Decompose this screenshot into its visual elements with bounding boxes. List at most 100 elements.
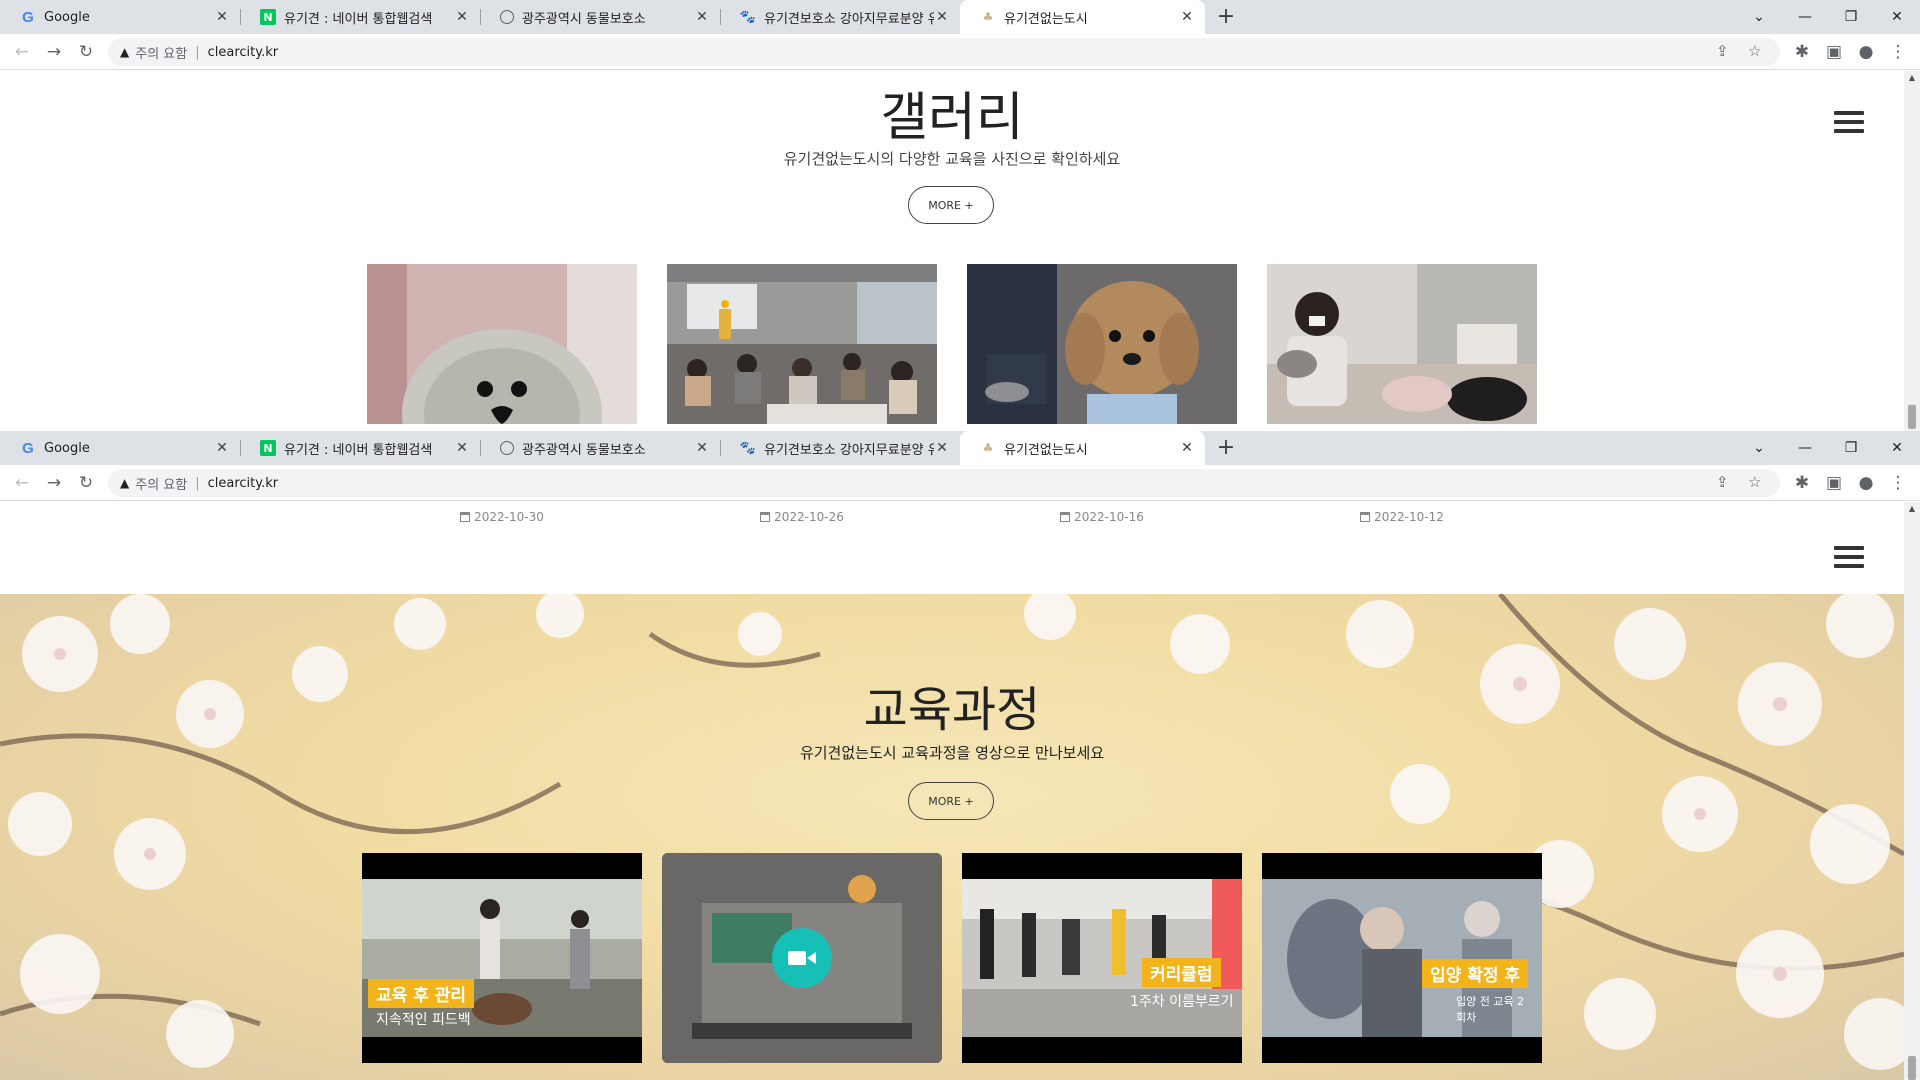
reload-icon[interactable]: ↻ [72,38,100,66]
tab-google[interactable]: G Google ✕ [0,431,241,465]
profile-icon[interactable]: ● [1852,38,1880,66]
scroll-up-icon[interactable]: ▲ [1904,73,1920,82]
bookmark-star-icon[interactable]: ☆ [1748,42,1761,60]
close-icon[interactable]: ✕ [694,439,710,457]
calendar-icon [1060,512,1071,522]
tab-label: 광주광역시 동물보호소 [522,11,646,27]
address-bar[interactable]: ▲ 주의 요함 | clearcity.kr ⇪ ☆ [108,469,1780,497]
forward-icon[interactable]: → [40,469,68,497]
education-more-button[interactable]: MORE + [908,782,994,820]
calendar-icon [760,512,771,522]
share-icon[interactable]: ⇪ [1716,42,1729,60]
education-section [0,594,1904,1080]
video-card-3[interactable]: 커리큘럼 1주차 이름부르기 [962,853,1242,1063]
video-caption: 교육 후 관리 [368,979,475,1008]
warning-icon[interactable]: ▲ [120,476,129,490]
tab-naver[interactable]: N 유기견 : 네이버 통합웹검색 ✕ [240,0,481,34]
close-icon[interactable]: ✕ [214,8,230,26]
site-icon: ♣ [982,10,994,24]
video-caption: 커리큘럼 [1142,958,1221,987]
url-text[interactable]: clearcity.kr [208,45,278,60]
side-panel-icon[interactable]: ▣ [1820,469,1848,497]
url-text[interactable]: clearcity.kr [208,476,278,491]
tab-label: 유기견보호소 강아지무료분양 유 [764,11,934,27]
close-icon[interactable]: ✕ [934,439,950,457]
video-card-1[interactable]: 교육 후 관리 지속적인 피드백 [362,853,642,1063]
tab-clearcity[interactable]: ♣ 유기견없는도시 ✕ [960,0,1205,34]
forward-icon[interactable]: → [40,38,68,66]
close-icon[interactable]: ✕ [454,439,470,457]
close-icon[interactable]: ✕ [1179,8,1195,26]
scroll-up-icon[interactable]: ▲ [1904,504,1920,513]
tab-clearcity[interactable]: ♣ 유기견없는도시 ✕ [960,431,1205,465]
page-scrollbar[interactable]: ▲ [1904,502,1920,1080]
tab-search-icon[interactable]: ⌄ [1736,431,1782,465]
side-panel-icon[interactable]: ▣ [1820,38,1848,66]
globe-icon: . [500,10,514,24]
browser-window-top: G Google ✕ N 유기견 : 네이버 통합웹검색 ✕ . 광주광역시 동… [0,0,1920,431]
tab-gwangju[interactable]: . 광주광역시 동물보호소 ✕ [480,431,721,465]
site-icon: ♣ [982,441,994,455]
browser-toolbar: ← → ↻ ▲ 주의 요함 | clearcity.kr ⇪ ☆ ✱ ▣ ● ⋮ [0,465,1920,501]
minimize-icon[interactable]: — [1782,0,1828,34]
browser-toolbar: ← → ↻ ▲ 주의 요함 | clearcity.kr ⇪ ☆ ✱ ▣ ● ⋮ [0,34,1920,70]
tab-label: Google [44,9,90,25]
restore-icon[interactable]: ❐ [1828,0,1874,34]
gallery-date-2: 2022-10-26 [667,510,937,524]
window-close-icon[interactable]: ✕ [1874,431,1920,465]
security-label[interactable]: 주의 요함 [135,474,187,493]
education-title: 교육과정 [863,682,1041,738]
reload-icon[interactable]: ↻ [72,469,100,497]
back-icon[interactable]: ← [8,38,36,66]
close-icon[interactable]: ✕ [214,439,230,457]
restore-icon[interactable]: ❐ [1828,431,1874,465]
tab-label: 유기견 : 네이버 통합웹검색 [284,11,433,27]
gallery-image-4[interactable] [1267,264,1537,424]
close-icon[interactable]: ✕ [1179,439,1195,457]
tab-label: 광주광역시 동물보호소 [522,442,646,458]
back-icon[interactable]: ← [8,469,36,497]
bookmark-star-icon[interactable]: ☆ [1748,473,1761,491]
menu-kebab-icon[interactable]: ⋮ [1884,38,1912,66]
scrollbar-thumb[interactable] [1908,1056,1916,1080]
scrollbar-thumb[interactable] [1908,405,1916,429]
tab-google[interactable]: G Google ✕ [0,0,241,34]
video-card-4[interactable]: 입양 확정 후 입양 전 교육 2회차 [1262,853,1542,1063]
new-tab-button[interactable]: + [1212,4,1240,32]
profile-icon[interactable]: ● [1852,469,1880,497]
page-content: 갤러리 유기견없는도시의 다양한 교육을 사진으로 확인하세요 MORE + [0,71,1904,431]
extensions-icon[interactable]: ✱ [1788,38,1816,66]
naver-icon: N [260,440,276,456]
gallery-image-2[interactable] [667,264,937,424]
page-scrollbar[interactable]: ▲ [1904,71,1920,431]
google-icon: G [22,8,34,26]
menu-kebab-icon[interactable]: ⋮ [1884,469,1912,497]
gallery-image-1[interactable] [367,264,637,424]
video-card-2[interactable] [662,853,942,1063]
new-tab-button[interactable]: + [1212,435,1240,463]
extensions-icon[interactable]: ✱ [1788,469,1816,497]
gallery-subtitle: 유기견없는도시의 다양한 교육을 사진으로 확인하세요 [783,150,1121,168]
gallery-date-1: 2022-10-30 [367,510,637,524]
tab-shelter[interactable]: 🐾 유기견보호소 강아지무료분양 유 ✕ [720,0,960,34]
close-icon[interactable]: ✕ [694,8,710,26]
tab-label: Google [44,440,90,456]
share-icon[interactable]: ⇪ [1716,473,1729,491]
window-close-icon[interactable]: ✕ [1874,0,1920,34]
close-icon[interactable]: ✕ [934,8,950,26]
tab-naver[interactable]: N 유기견 : 네이버 통합웹검색 ✕ [240,431,481,465]
warning-icon[interactable]: ▲ [120,45,129,59]
security-label[interactable]: 주의 요함 [135,43,187,62]
tab-search-icon[interactable]: ⌄ [1736,0,1782,34]
address-bar[interactable]: ▲ 주의 요함 | clearcity.kr ⇪ ☆ [108,38,1780,66]
close-icon[interactable]: ✕ [454,8,470,26]
video-camera-icon[interactable] [772,928,832,988]
gallery-more-button[interactable]: MORE + [908,186,994,224]
hamburger-menu-icon[interactable] [1834,546,1864,568]
video-caption: 입양 확정 후 [1422,959,1529,988]
tab-gwangju[interactable]: . 광주광역시 동물보호소 ✕ [480,0,721,34]
tab-shelter[interactable]: 🐾 유기견보호소 강아지무료분양 유 ✕ [720,431,960,465]
hamburger-menu-icon[interactable] [1834,111,1864,133]
minimize-icon[interactable]: — [1782,431,1828,465]
gallery-image-3[interactable] [967,264,1237,424]
